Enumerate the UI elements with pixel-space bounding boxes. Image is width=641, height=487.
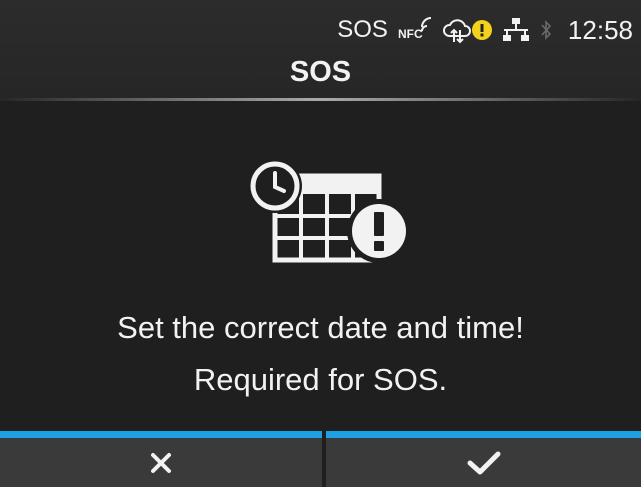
footer-buttons [0, 431, 641, 487]
confirm-button[interactable] [326, 431, 641, 487]
sos-status-label: SOS [337, 16, 388, 43]
network-icon [502, 17, 530, 43]
header: SOS NFC 12:58 SOS [0, 0, 641, 101]
bluetooth-icon [540, 18, 552, 42]
message-line-2: Required for SOS. [193, 362, 448, 397]
calendar-clock-warning-icon [243, 158, 413, 263]
cloud-sync-icon [442, 16, 472, 44]
cancel-button[interactable] [0, 431, 322, 487]
svg-text:NFC: NFC [398, 27, 423, 41]
header-divider [0, 98, 641, 101]
check-icon [467, 450, 501, 476]
page-title: SOS [289, 56, 352, 88]
clock-time: 12:58 [567, 14, 633, 45]
message-line-1: Set the correct date and time! [117, 310, 524, 345]
nfc-icon: NFC [398, 17, 432, 43]
sos-screen: SOS NFC 12:58 SOS Set the correct date a… [0, 0, 641, 487]
close-icon [150, 452, 172, 474]
status-bar: SOS NFC 12:58 [337, 10, 633, 50]
warning-icon [471, 20, 492, 40]
